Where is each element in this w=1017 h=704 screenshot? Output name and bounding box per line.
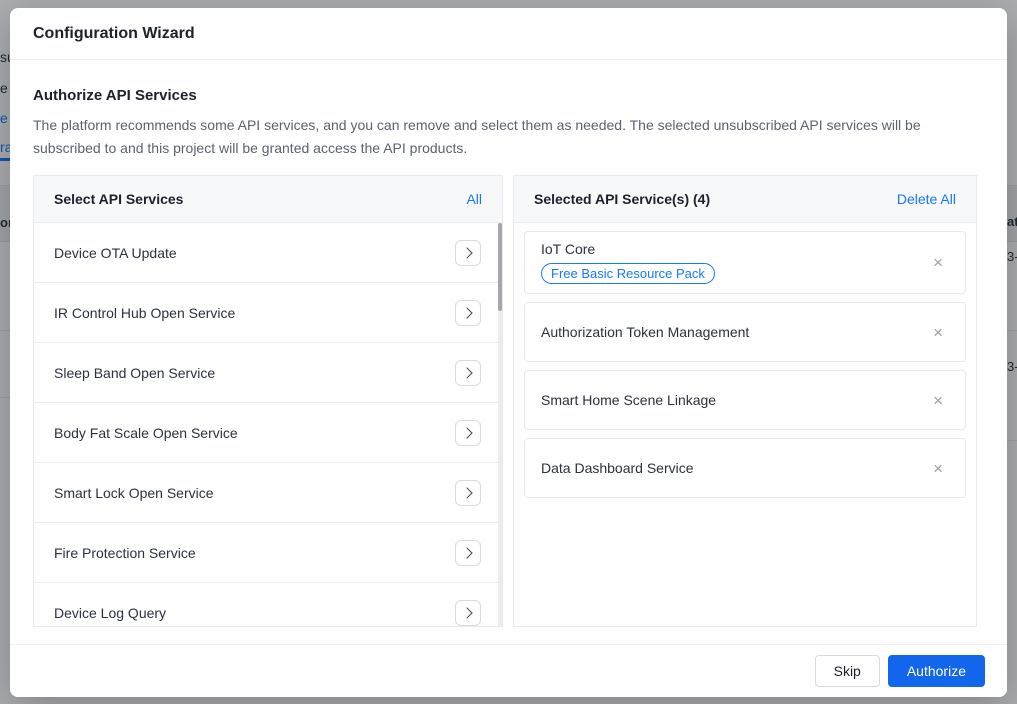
api-service-row: Device Log Query [34, 583, 502, 627]
api-service-name: Fire Protection Service [54, 545, 196, 561]
close-icon: × [933, 253, 943, 272]
close-icon: × [933, 391, 943, 410]
api-service-row: Sleep Band Open Service [34, 343, 502, 403]
section-heading: Authorize API Services [33, 87, 984, 104]
api-service-row: Device OTA Update [34, 223, 502, 283]
api-service-name: Sleep Band Open Service [54, 365, 215, 381]
selected-service-card: IoT Core Free Basic Resource Pack × [524, 231, 966, 294]
chevron-right-icon [461, 487, 472, 498]
chevron-right-icon [461, 607, 472, 618]
chevron-right-icon [461, 367, 472, 378]
selected-service-info: IoT Core Free Basic Resource Pack [541, 241, 715, 284]
select-panel-title: Select API Services [54, 191, 183, 207]
selected-service-info: Data Dashboard Service [541, 460, 694, 476]
select-api-services-panel: Select API Services All Device OTA Updat… [33, 175, 503, 627]
close-icon: × [933, 459, 943, 478]
selected-service-card: Data Dashboard Service × [524, 438, 966, 498]
api-service-name: Body Fat Scale Open Service [54, 425, 238, 441]
selected-service-card: Smart Home Scene Linkage × [524, 370, 966, 430]
api-service-name: Smart Lock Open Service [54, 485, 214, 501]
remove-service-button[interactable]: × [927, 460, 949, 477]
section-description: The platform recommends some API service… [33, 114, 968, 160]
remove-service-button[interactable]: × [927, 254, 949, 271]
select-all-link[interactable]: All [466, 191, 482, 207]
selected-panel-header: Selected API Service(s) (4) Delete All [514, 176, 976, 223]
skip-button[interactable]: Skip [815, 655, 880, 687]
chevron-right-icon [461, 307, 472, 318]
select-panel-header: Select API Services All [34, 176, 502, 223]
configuration-wizard-modal: Configuration Wizard Authorize API Servi… [10, 8, 1007, 697]
selected-api-services-panel: Selected API Service(s) (4) Delete All I… [513, 175, 977, 627]
api-service-row: Fire Protection Service [34, 523, 502, 583]
modal-titlebar: Configuration Wizard [10, 8, 1007, 60]
delete-all-link[interactable]: Delete All [897, 191, 956, 207]
add-service-button[interactable] [455, 240, 481, 266]
modal-footer: Skip Authorize [10, 644, 1007, 697]
remove-service-button[interactable]: × [927, 324, 949, 341]
api-service-name: Device OTA Update [54, 245, 177, 261]
api-service-name: IR Control Hub Open Service [54, 305, 235, 321]
left-panel-scrollbar-thumb[interactable] [498, 223, 502, 311]
api-service-row: Smart Lock Open Service [34, 463, 502, 523]
add-service-button[interactable] [455, 540, 481, 566]
add-service-button[interactable] [455, 300, 481, 326]
selected-service-name: IoT Core [541, 241, 715, 257]
add-service-button[interactable] [455, 420, 481, 446]
select-api-services-list: Device OTA Update IR Control Hub Open Se… [34, 223, 502, 627]
api-service-name: Device Log Query [54, 605, 166, 621]
api-service-row: Body Fat Scale Open Service [34, 403, 502, 463]
add-service-button[interactable] [455, 600, 481, 626]
transfer-panels: Select API Services All Device OTA Updat… [33, 175, 977, 627]
api-service-row: IR Control Hub Open Service [34, 283, 502, 343]
selected-service-name: Data Dashboard Service [541, 460, 694, 476]
resource-pack-badge: Free Basic Resource Pack [541, 263, 715, 284]
chevron-right-icon [461, 247, 472, 258]
add-service-button[interactable] [455, 480, 481, 506]
chevron-right-icon [461, 427, 472, 438]
add-service-button[interactable] [455, 360, 481, 386]
selected-service-info: Smart Home Scene Linkage [541, 392, 716, 408]
selected-api-services-list: IoT Core Free Basic Resource Pack × Auth… [514, 223, 976, 514]
modal-title: Configuration Wizard [33, 25, 195, 43]
authorize-button[interactable]: Authorize [888, 655, 985, 687]
chevron-right-icon [461, 547, 472, 558]
selected-service-card: Authorization Token Management × [524, 302, 966, 362]
selected-service-info: Authorization Token Management [541, 324, 749, 340]
left-panel-scrollbar[interactable] [498, 223, 502, 626]
remove-service-button[interactable]: × [927, 392, 949, 409]
selected-panel-title: Selected API Service(s) (4) [534, 191, 710, 207]
selected-service-name: Smart Home Scene Linkage [541, 392, 716, 408]
close-icon: × [933, 323, 943, 342]
selected-service-name: Authorization Token Management [541, 324, 749, 340]
